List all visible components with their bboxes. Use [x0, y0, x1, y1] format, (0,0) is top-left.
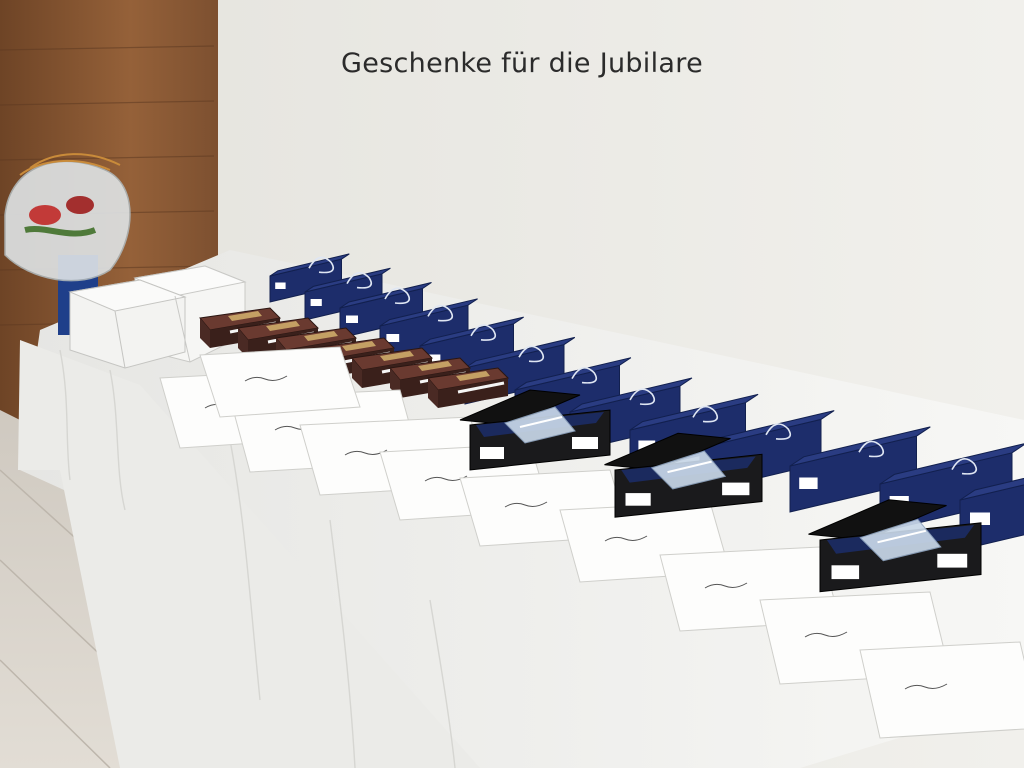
- envelope: [199, 346, 361, 418]
- gift-table-photo: Geschenke für die Jubilare: [0, 0, 1024, 768]
- photo-illustration: [0, 0, 1024, 768]
- photo-caption: Geschenke für die Jubilare: [341, 48, 703, 79]
- envelope: [859, 641, 1024, 739]
